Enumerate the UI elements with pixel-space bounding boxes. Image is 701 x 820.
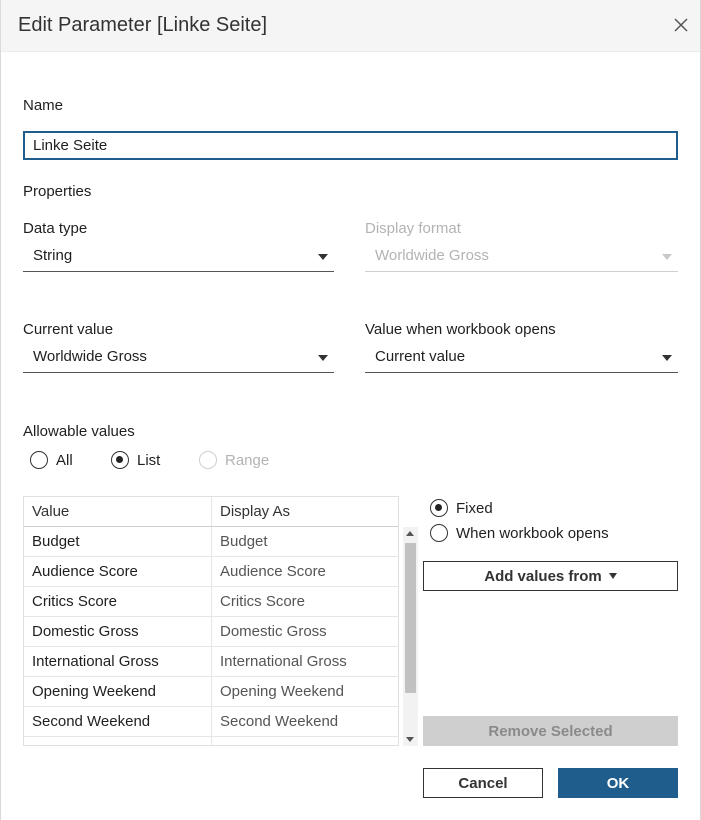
close-icon[interactable]	[673, 17, 689, 33]
radio-unchecked-icon	[430, 524, 448, 542]
add-values-from-label: Add values from	[484, 567, 602, 585]
ok-button[interactable]: OK	[558, 768, 678, 798]
list-fixed-radio[interactable]: Fixed	[430, 499, 493, 517]
display-format-select: Worldwide Gross	[365, 242, 678, 272]
table-row[interactable]: Second Weekend Second Weekend	[24, 707, 398, 737]
caret-down-icon	[608, 573, 617, 579]
table-cell-display-as[interactable]: Worldwide Gross	[211, 737, 398, 745]
table-row[interactable]: Worldwide Gross Worldwide Gross	[24, 737, 398, 745]
dialog-title: Edit Parameter [Linke Seite]	[18, 14, 268, 36]
remove-selected-button: Remove Selected	[423, 716, 678, 746]
table-row[interactable]: Budget Budget	[24, 527, 398, 557]
allowable-values-label: Allowable values	[23, 423, 135, 440]
dialog-titlebar: Edit Parameter [Linke Seite]	[1, 0, 700, 52]
chevron-down-icon	[318, 254, 328, 260]
data-type-select[interactable]: String	[23, 242, 334, 272]
column-header-display-as[interactable]: Display As	[211, 497, 398, 526]
display-format-label: Display format	[365, 220, 461, 237]
table-cell-display-as[interactable]: Audience Score	[211, 557, 398, 586]
allowable-list-label: List	[137, 451, 161, 469]
list-fixed-label: Fixed	[456, 499, 493, 517]
chevron-down-icon	[662, 254, 672, 260]
ok-label: OK	[606, 774, 630, 792]
allowable-all-radio[interactable]: All	[30, 451, 73, 469]
data-type-label: Data type	[23, 220, 88, 237]
edit-parameter-dialog: Edit Parameter [Linke Seite] Name Proper…	[0, 0, 701, 820]
value-when-opens-label: Value when workbook opens	[365, 321, 556, 338]
allowable-values-table: Value Display As Budget Budget Audience …	[23, 496, 399, 746]
table-cell-display-as[interactable]: Budget	[211, 527, 398, 556]
list-when-opens-radio[interactable]: When workbook opens	[430, 524, 609, 542]
column-header-value[interactable]: Value	[24, 497, 211, 526]
table-cell-value[interactable]: Domestic Gross	[24, 617, 211, 646]
allowable-range-label: Range	[225, 451, 270, 469]
cancel-button[interactable]: Cancel	[423, 768, 543, 798]
table-scrollbar[interactable]	[403, 527, 418, 746]
cancel-label: Cancel	[458, 774, 508, 792]
scroll-down-icon[interactable]	[406, 737, 414, 742]
current-value-select[interactable]: Worldwide Gross	[23, 343, 334, 373]
radio-unchecked-icon	[199, 451, 217, 469]
allowable-all-label: All	[56, 451, 73, 469]
table-cell-display-as[interactable]: International Gross	[211, 647, 398, 676]
table-cell-value[interactable]: Opening Weekend	[24, 677, 211, 706]
radio-unchecked-icon	[30, 451, 48, 469]
table-cell-value[interactable]: Budget	[24, 527, 211, 556]
name-label: Name	[23, 97, 64, 114]
add-values-from-button[interactable]: Add values from	[423, 561, 678, 591]
current-value-value: Worldwide Gross	[33, 348, 147, 365]
value-when-opens-select[interactable]: Current value	[365, 343, 678, 373]
table-cell-display-as[interactable]: Opening Weekend	[211, 677, 398, 706]
table-cell-value[interactable]: Critics Score	[24, 587, 211, 616]
table-cell-value[interactable]: International Gross	[24, 647, 211, 676]
allowable-range-radio: Range	[199, 451, 269, 469]
table-row[interactable]: Audience Score Audience Score	[24, 557, 398, 587]
scroll-up-icon[interactable]	[406, 531, 414, 536]
scrollbar-thumb[interactable]	[405, 543, 416, 693]
table-cell-value[interactable]: Second Weekend	[24, 707, 211, 736]
table-cell-value[interactable]: Audience Score	[24, 557, 211, 586]
name-input[interactable]	[23, 131, 678, 160]
table-row[interactable]: Opening Weekend Opening Weekend	[24, 677, 398, 707]
radio-checked-icon	[430, 499, 448, 517]
chevron-down-icon	[318, 355, 328, 361]
table-cell-display-as[interactable]: Domestic Gross	[211, 617, 398, 646]
allowable-list-radio[interactable]: List	[111, 451, 160, 469]
display-format-value: Worldwide Gross	[375, 247, 489, 264]
table-cell-display-as[interactable]: Critics Score	[211, 587, 398, 616]
remove-selected-label: Remove Selected	[488, 722, 613, 740]
table-header-row: Value Display As	[24, 497, 398, 527]
table-row[interactable]: Domestic Gross Domestic Gross	[24, 617, 398, 647]
table-cell-value[interactable]: Worldwide Gross	[24, 737, 211, 745]
current-value-label: Current value	[23, 321, 114, 338]
chevron-down-icon	[662, 355, 672, 361]
list-when-opens-label: When workbook opens	[456, 524, 609, 542]
table-cell-display-as[interactable]: Second Weekend	[211, 707, 398, 736]
radio-checked-icon	[111, 451, 129, 469]
properties-heading: Properties	[23, 183, 92, 200]
table-row[interactable]: International Gross International Gross	[24, 647, 398, 677]
value-when-opens-value: Current value	[375, 348, 466, 365]
table-row[interactable]: Critics Score Critics Score	[24, 587, 398, 617]
data-type-value: String	[33, 247, 73, 264]
